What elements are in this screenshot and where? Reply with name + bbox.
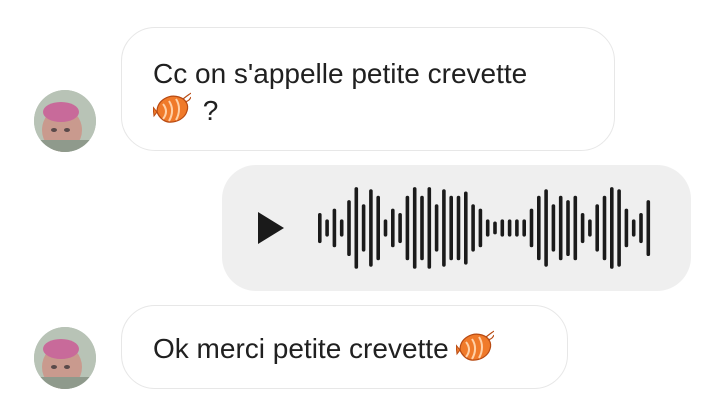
- waveform-bar: [566, 200, 570, 256]
- waveform-bar: [478, 208, 483, 248]
- waveform-bar: [588, 219, 592, 237]
- waveform-bar: [434, 204, 439, 252]
- waveform-bar: [507, 219, 512, 237]
- waveform-bar: [617, 189, 621, 267]
- waveform-bar: [391, 208, 395, 248]
- waveform-bar: [551, 204, 556, 252]
- voice-message-bubble[interactable]: [222, 165, 691, 291]
- waveform-bar: [376, 195, 380, 261]
- waveform-bar: [580, 213, 585, 244]
- waveform-bar: [595, 204, 599, 252]
- waveform-bar: [646, 200, 651, 256]
- waveform-bar: [442, 189, 446, 267]
- avatar[interactable]: [34, 327, 96, 389]
- message-text-suffix: ?: [195, 95, 219, 126]
- waveform-bar: [639, 213, 643, 244]
- waveform-bar: [412, 187, 417, 269]
- waveform-bar: [383, 219, 388, 237]
- waveform-bar: [456, 195, 461, 261]
- avatar[interactable]: [34, 90, 96, 152]
- waveform-bar: [339, 219, 344, 237]
- message-text-line2: ?: [153, 92, 614, 129]
- waveform-bar: [420, 195, 424, 261]
- waveform-bar: [354, 187, 359, 269]
- waveform-bar: [602, 195, 607, 261]
- play-icon[interactable]: [258, 212, 284, 244]
- waveform-bar: [347, 200, 351, 256]
- waveform-bar: [558, 195, 563, 261]
- waveform-bar: [493, 221, 497, 235]
- waveform-bar: [544, 189, 548, 267]
- waveform-bar: [529, 208, 534, 248]
- message-bubble[interactable]: Ok merci petite crevette: [121, 305, 568, 389]
- waveform-bar: [624, 208, 629, 248]
- message-text: Ok merci petite crevette: [153, 333, 449, 364]
- waveform-bar: [427, 187, 432, 269]
- waveform-bar: [471, 204, 475, 252]
- waveform-bar: [332, 208, 337, 248]
- avatar-photo: [34, 90, 96, 152]
- waveform-bar: [398, 213, 402, 244]
- waveform-bar: [515, 219, 519, 237]
- waveform-bar: [500, 219, 505, 237]
- waveform-bar: [610, 187, 614, 269]
- audio-waveform[interactable]: [316, 183, 661, 273]
- waveform-bar: [405, 195, 410, 261]
- waveform-bar: [573, 195, 578, 261]
- waveform-bar: [464, 191, 468, 265]
- waveform-bar: [361, 204, 366, 252]
- waveform-bar: [537, 195, 541, 261]
- waveform-bar: [522, 219, 526, 237]
- waveform-bar: [325, 219, 329, 237]
- shrimp-emoji-icon: [456, 330, 495, 361]
- message-bubble[interactable]: Cc on s'appelle petite crevette ?: [121, 27, 615, 151]
- waveform-bar: [318, 213, 322, 244]
- waveform-bar: [485, 219, 490, 237]
- avatar-photo: [34, 327, 96, 389]
- waveform-bar: [631, 219, 636, 237]
- waveform-bar: [369, 189, 373, 267]
- message-text: Cc on s'appelle petite crevette: [153, 58, 528, 89]
- waveform-bar: [449, 195, 453, 261]
- shrimp-emoji-icon: [153, 92, 191, 123]
